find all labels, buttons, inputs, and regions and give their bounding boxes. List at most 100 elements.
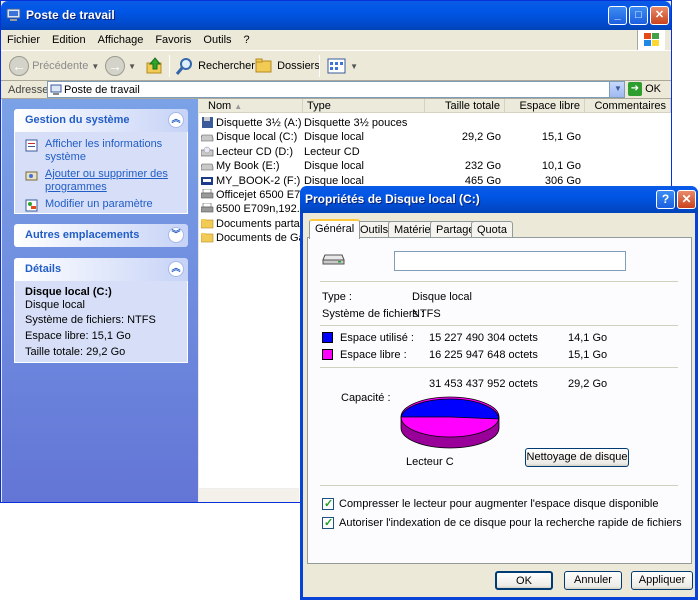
other-places-title: Autres emplacements	[25, 229, 140, 241]
general-tab-panel: Type : Disque local Système de fichiers …	[307, 237, 692, 564]
cell-free: 15,1 Go	[541, 131, 581, 144]
type-value: Disque local	[412, 291, 472, 303]
col-free[interactable]: Espace libre	[505, 99, 585, 113]
tab-quota[interactable]: Quota	[471, 221, 513, 238]
cell-name: My Book (E:)	[216, 160, 280, 173]
folder-icon	[201, 218, 214, 229]
col-total[interactable]: Taille totale	[425, 99, 505, 113]
menu-help[interactable]: ?	[238, 30, 256, 50]
cell-name: Officejet 6500 E7	[216, 189, 301, 201]
menu-edition[interactable]: Edition	[46, 30, 92, 50]
capacity-go: 29,2 Go	[568, 378, 608, 390]
list-item[interactable]: My Book (E:) Disque local 232 Go 10,1 Go	[199, 159, 671, 173]
computer-icon	[50, 84, 62, 95]
wd-drive-icon	[201, 176, 213, 185]
menu-outils[interactable]: Outils	[197, 30, 237, 50]
used-color-swatch	[322, 332, 333, 343]
disk-usage-pie	[400, 396, 500, 449]
col-name-label: Nom	[208, 100, 232, 112]
pie-slice-used	[400, 398, 500, 420]
menu-favoris[interactable]: Favoris	[149, 30, 197, 50]
forward-button[interactable]: → ▼	[105, 54, 136, 78]
disk-cleanup-button[interactable]: Nettoyage de disque	[525, 448, 629, 467]
system-tasks-header[interactable]: Gestion du système ︽	[14, 109, 188, 132]
list-item[interactable]: Disque local (C:) Disque local 29,2 Go 15,1…	[199, 130, 671, 144]
column-header: Nom ▲ Type Taille totale Espace libre Co…	[199, 99, 671, 113]
link-change-setting[interactable]: Modifier un paramètre	[25, 198, 177, 212]
col-type[interactable]: Type	[303, 99, 425, 113]
info-icon	[25, 139, 38, 152]
cell-name: Disque local (C:)	[216, 131, 298, 144]
cell-name: Lecteur CD (D:)	[216, 145, 294, 158]
search-icon	[175, 58, 192, 76]
close-button[interactable]: ✕	[650, 6, 669, 25]
horizontal-scrollbar[interactable]	[199, 488, 299, 502]
folders-button[interactable]: Dossiers	[254, 54, 320, 78]
sort-ascending-icon: ▲	[234, 102, 243, 111]
free-color-swatch	[322, 349, 333, 360]
details-total: Taille totale: 29,2 Go	[25, 346, 126, 358]
other-places-panel: Autres emplacements ︾	[14, 224, 188, 247]
compress-label: Compresser le lecteur pour augmenter l'e…	[339, 498, 659, 510]
drive-name-input[interactable]	[394, 251, 626, 271]
help-button[interactable]: ?	[656, 190, 675, 209]
link-system-info[interactable]: Afficher les informations système	[25, 138, 177, 164]
divider	[320, 367, 678, 368]
folder-icon	[201, 233, 214, 243]
cell-name: Documents parta...	[216, 217, 302, 230]
minimize-button[interactable]: _	[608, 6, 627, 25]
cancel-button[interactable]: Annuler	[564, 571, 622, 590]
col-comments[interactable]: Commentaires	[585, 99, 671, 113]
toolbar: ← Précédente ▼ → ▼ Rechercher Dossiers ▼	[1, 51, 671, 81]
address-label: Adresse	[8, 84, 49, 96]
list-item[interactable]: Lecteur CD (D:) Lecteur CD	[199, 145, 671, 159]
toolbar-separator	[319, 55, 320, 77]
expand-icon[interactable]: ︾	[168, 227, 184, 243]
collapse-icon[interactable]: ︽	[168, 261, 184, 277]
folders-label: Dossiers	[277, 60, 320, 72]
ok-button[interactable]: OK	[495, 571, 553, 590]
index-checkbox[interactable]	[322, 516, 334, 529]
details-type: Disque local	[25, 299, 85, 311]
address-input[interactable]: Poste de travail ▼	[47, 81, 625, 98]
title-bar[interactable]: Poste de travail _ □ ✕	[1, 1, 671, 30]
dialog-title-bar[interactable]: Propriétés de Disque local (C:) ? ✕	[300, 186, 698, 213]
address-dropdown-button[interactable]: ▼	[609, 82, 624, 97]
floppy-icon	[202, 117, 213, 128]
dialog-close-button[interactable]: ✕	[677, 190, 696, 209]
cell-total: 29,2 Go	[461, 131, 501, 144]
back-button[interactable]: ← Précédente ▼	[9, 54, 99, 78]
collapse-icon[interactable]: ︽	[168, 112, 184, 128]
dropdown-icon: ▼	[350, 62, 358, 71]
compress-checkbox[interactable]	[322, 497, 334, 510]
menu-fichier[interactable]: Fichier	[1, 30, 46, 50]
link-add-remove-programs[interactable]: Ajouter ou supprimer des programmes	[25, 168, 177, 194]
cell-name: MY_BOOK-2 (F:)	[216, 174, 301, 187]
col-name[interactable]: Nom ▲	[199, 99, 303, 113]
properties-dialog: Propriétés de Disque local (C:) ? ✕ Géné…	[300, 186, 698, 600]
apply-button[interactable]: Appliquer	[631, 571, 693, 590]
dialog-title: Propriétés de Disque local (C:)	[305, 192, 480, 206]
system-tasks-panel: Gestion du système ︽ Afficher les inform…	[14, 109, 188, 214]
type-label: Type :	[322, 291, 352, 303]
menu-affichage[interactable]: Affichage	[92, 30, 150, 50]
hard-drive-icon	[322, 254, 345, 265]
other-places-header[interactable]: Autres emplacements ︾	[14, 224, 188, 247]
list-item[interactable]: Disquette 3½ (A:) Disquette 3½ pouces	[199, 116, 671, 130]
system-tasks-title: Gestion du système	[25, 114, 130, 126]
views-button[interactable]: ▼	[327, 54, 358, 78]
maximize-button[interactable]: □	[629, 6, 648, 25]
printer-icon	[201, 203, 214, 213]
cd-icon	[201, 146, 214, 157]
printer-icon	[201, 189, 214, 199]
details-panel: Détails ︽ Disque local (C:) Disque local…	[14, 258, 188, 363]
go-button[interactable]: ➜ OK	[628, 82, 661, 96]
cell-type: Disque local	[304, 160, 364, 173]
address-bar: Adresse Poste de travail ▼ ➜ OK	[1, 81, 671, 99]
search-button[interactable]: Rechercher	[175, 54, 255, 78]
back-arrow-icon: ←	[9, 56, 29, 77]
details-header[interactable]: Détails ︽	[14, 258, 188, 281]
tab-general[interactable]: Général	[309, 219, 361, 239]
fs-value: NTFS	[412, 308, 441, 320]
up-folder-button[interactable]	[145, 54, 165, 78]
